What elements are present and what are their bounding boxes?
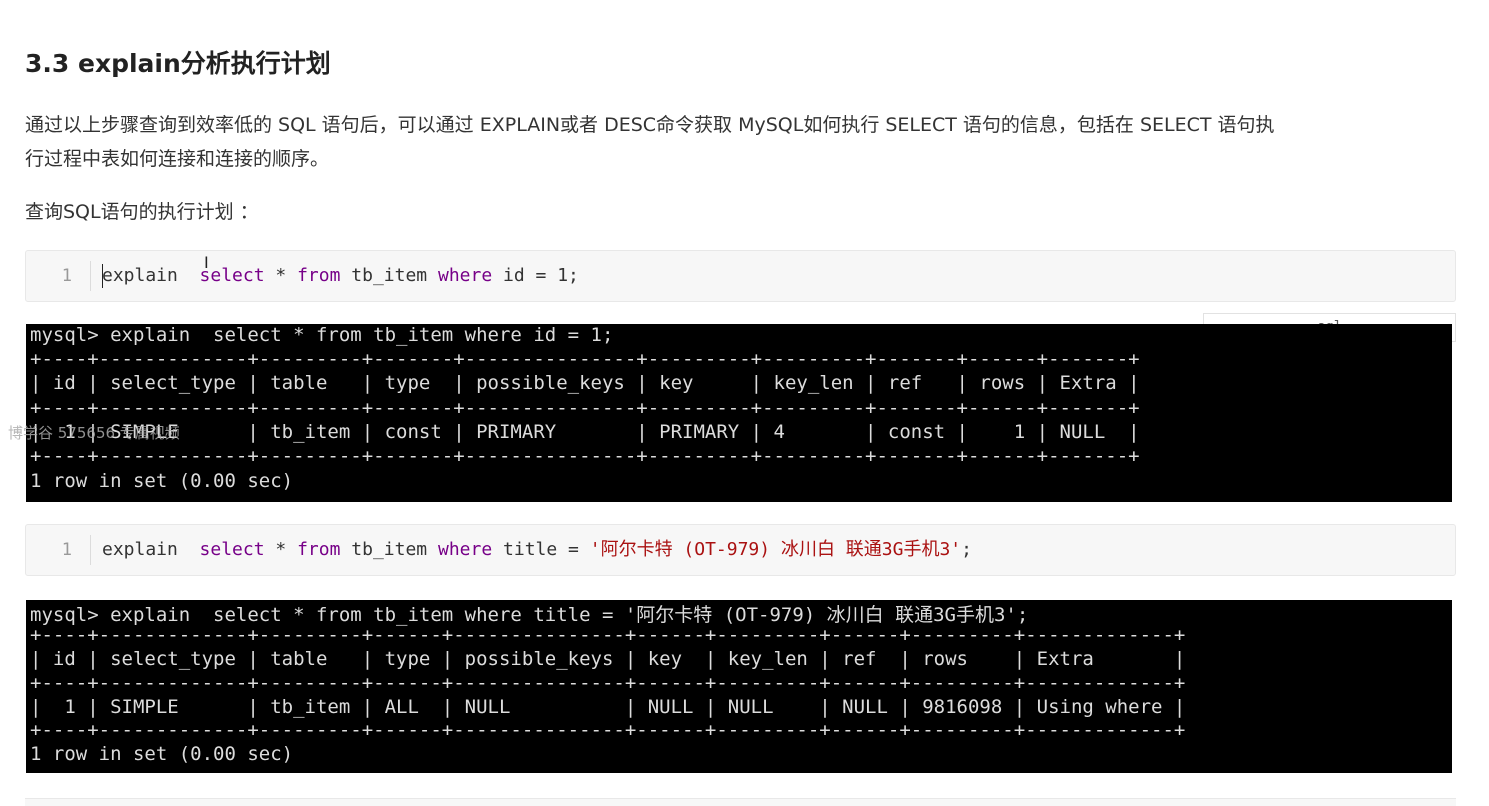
text-cursor-icon: I <box>204 253 209 272</box>
terminal-line: mysql> explain select * from tb_item whe… <box>30 324 614 346</box>
terminal-line: 1 row in set (0.00 sec) <box>30 470 294 492</box>
code-line[interactable]: explain select * from tb_item where id =… <box>102 251 579 301</box>
text-caret <box>102 264 103 288</box>
token-from: from <box>297 265 341 286</box>
terminal-output-1: mysql> explain select * from tb_item whe… <box>26 324 1452 502</box>
terminal-line: +----+-------------+---------+-------+--… <box>30 348 1140 370</box>
token-mid: title = <box>492 539 590 560</box>
token-explain: explain <box>102 539 200 560</box>
terminal-line: | 1 | SIMPLE | tb_item | const | PRIMARY… <box>30 421 1140 443</box>
intro-paragraph: 通过以上步骤查询到效率低的 SQL 语句后，可以通过 EXPLAIN或者 DES… <box>25 108 1465 176</box>
token-rest: id = 1; <box>492 265 579 286</box>
line-number: 1 <box>61 540 72 560</box>
token-where: where <box>438 265 493 286</box>
gutter-divider <box>90 535 91 565</box>
line-number: 1 <box>61 266 72 286</box>
terminal-line: 1 row in set (0.00 sec) <box>30 743 294 765</box>
terminal-line: | 1 | SIMPLE | tb_item | ALL | NULL | NU… <box>30 696 1186 718</box>
token-end: ; <box>961 539 972 560</box>
intro-line-1: 通过以上步骤查询到效率低的 SQL 语句后，可以通过 EXPLAIN或者 DES… <box>25 114 1275 136</box>
terminal-line: +----+-------------+---------+------+---… <box>30 624 1186 646</box>
terminal-line: +----+-------------+---------+------+---… <box>30 672 1186 694</box>
token-table: tb_item <box>340 539 438 560</box>
terminal-line: | id | select_type | table | type | poss… <box>30 648 1186 670</box>
token-star: * <box>264 539 298 560</box>
intro-line-2: 行过程中表如何连接和连接的顺序。 <box>25 148 330 170</box>
code-block-2[interactable]: 1 explain select * from tb_item where ti… <box>25 524 1456 576</box>
token-table: tb_item <box>340 265 438 286</box>
terminal-line: +----+-------------+---------+------+---… <box>30 719 1186 741</box>
watermark: 博学谷 575656 专属视频 <box>8 424 180 442</box>
terminal-line: +----+-------------+---------+-------+--… <box>30 445 1140 467</box>
gutter-divider <box>90 261 91 291</box>
token-from: from <box>297 539 341 560</box>
token-select: select <box>199 539 265 560</box>
token-star: * <box>264 265 298 286</box>
token-where: where <box>438 539 493 560</box>
query-plan-label: 查询SQL语句的执行计划 ： <box>25 201 259 223</box>
token-select: select <box>199 265 265 286</box>
terminal-line: mysql> explain select * from tb_item whe… <box>30 604 1029 626</box>
token-string: '阿尔卡特 (OT-979) 冰川白 联通3G手机3' <box>589 539 962 560</box>
terminal-line: | id | select_type | table | type | poss… <box>30 372 1140 394</box>
terminal-line: +----+-------------+---------+-------+--… <box>30 397 1140 419</box>
code-line[interactable]: explain select * from tb_item where titl… <box>102 525 972 575</box>
code-block-1[interactable]: 1 explain select * from tb_item where id… <box>25 250 1456 302</box>
token-explain: explain <box>102 265 200 286</box>
terminal-output-2: mysql> explain select * from tb_item whe… <box>26 600 1452 773</box>
section-heading: 3.3 explain分析执行计划 <box>25 49 331 78</box>
